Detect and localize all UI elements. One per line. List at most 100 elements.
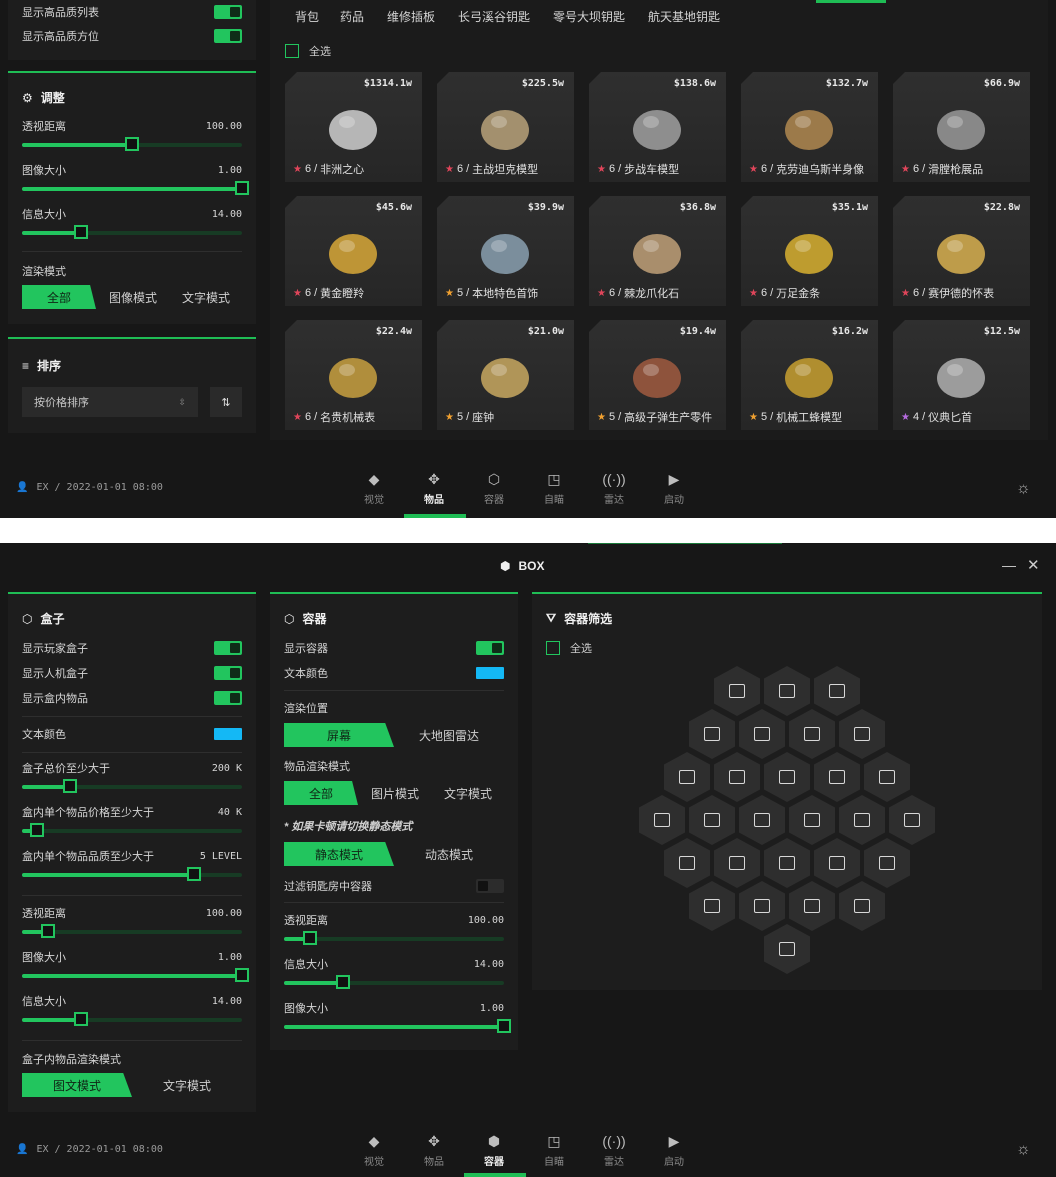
item-card[interactable]: $39.9w ★ 5/本地特色首饰 [437, 196, 574, 306]
slider[interactable] [22, 181, 249, 195]
nav-container[interactable]: ⬡ 容器 [474, 471, 514, 506]
container-type-hex[interactable] [764, 666, 810, 716]
container-type-hex[interactable] [839, 709, 885, 759]
tab-longbow-keys[interactable]: 长弓溪谷钥匙 [458, 8, 530, 25]
container-type-hex[interactable] [764, 838, 810, 888]
mode-image-text[interactable]: 图文模式 [22, 1073, 132, 1097]
slider[interactable] [22, 225, 242, 239]
slider[interactable] [22, 867, 242, 881]
item-card[interactable]: $138.6w ★ 6/步战车模型 [589, 72, 726, 182]
mode-text[interactable]: 文字模式 [132, 1073, 242, 1097]
nav-items[interactable]: ✥ 物品 [414, 1133, 454, 1168]
slider[interactable] [22, 1012, 242, 1026]
minimize-button[interactable]: — [1002, 557, 1016, 573]
container-type-hex[interactable] [839, 881, 885, 931]
color-swatch[interactable] [214, 728, 242, 740]
toggle-switch[interactable] [476, 879, 504, 893]
container-type-hex[interactable] [814, 838, 860, 888]
slider[interactable] [284, 975, 504, 989]
container-type-hex[interactable] [739, 881, 785, 931]
toggle-switch[interactable] [214, 666, 242, 680]
item-card[interactable]: $35.1w ★ 6/万足金条 [741, 196, 878, 306]
container-type-hex[interactable] [739, 795, 785, 845]
mode-static[interactable]: 静态模式 [284, 842, 394, 866]
container-type-hex[interactable] [689, 795, 735, 845]
item-card[interactable]: $16.2w ★ 5/机械工蜂模型 [741, 320, 878, 430]
slider[interactable] [22, 137, 242, 151]
container-type-hex[interactable] [864, 752, 910, 802]
container-type-hex[interactable] [789, 795, 835, 845]
nav-radar[interactable]: ((·)) 雷达 [594, 471, 634, 506]
container-type-hex[interactable] [664, 838, 710, 888]
mode-image[interactable]: 图像模式 [96, 285, 170, 309]
container-type-hex[interactable] [864, 838, 910, 888]
toggle-switch[interactable] [214, 691, 242, 705]
item-card[interactable]: $225.5w ★ 6/主战坦克模型 [437, 72, 574, 182]
select-all[interactable]: 全选 [285, 43, 331, 59]
theme-toggle[interactable]: ☼ [1016, 480, 1031, 498]
item-card[interactable]: $132.7w ★ 6/克劳迪乌斯半身像 [741, 72, 878, 182]
nav-aim[interactable]: ◳ 自瞄 [534, 1133, 574, 1168]
checkbox[interactable] [546, 641, 560, 655]
tab-repair[interactable]: 维修插板 [387, 8, 435, 25]
container-type-hex[interactable] [764, 752, 810, 802]
container-type-hex[interactable] [789, 881, 835, 931]
container-type-hex[interactable] [714, 666, 760, 716]
select-all[interactable]: 全选 [546, 640, 592, 656]
mode-text[interactable]: 文字模式 [170, 285, 242, 309]
tab-dam-keys[interactable]: 零号大坝钥匙 [553, 8, 625, 25]
nav-visual[interactable]: ◆ 视觉 [354, 471, 394, 506]
container-type-hex[interactable] [689, 709, 735, 759]
nav-radar[interactable]: ((·)) 雷达 [594, 1133, 634, 1168]
item-card[interactable]: $22.8w ★ 6/赛伊德的怀表 [893, 196, 1030, 306]
item-card[interactable]: $21.0w ★ 5/座钟 [437, 320, 574, 430]
container-type-hex[interactable] [689, 881, 735, 931]
color-swatch[interactable] [476, 667, 504, 679]
theme-toggle[interactable]: ☼ [1016, 1141, 1031, 1159]
container-type-hex[interactable] [789, 709, 835, 759]
item-card[interactable]: $12.5w ★ 4/仪典匕首 [893, 320, 1030, 430]
toggle-switch[interactable] [214, 641, 242, 655]
container-type-hex[interactable] [889, 795, 935, 845]
container-type-hex[interactable] [664, 752, 710, 802]
mode-dynamic[interactable]: 动态模式 [394, 842, 504, 866]
slider[interactable] [284, 931, 504, 945]
nav-launch[interactable]: ▶ 启动 [654, 471, 694, 506]
nav-container[interactable]: ⬢ 容器 [474, 1133, 514, 1168]
mode-all[interactable]: 全部 [22, 285, 96, 309]
item-card[interactable]: $36.8w ★ 6/棘龙爪化石 [589, 196, 726, 306]
nav-items[interactable]: ✥ 物品 [414, 471, 454, 506]
container-type-hex[interactable] [639, 795, 685, 845]
nav-visual[interactable]: ◆ 视觉 [354, 1133, 394, 1168]
sort-order-button[interactable]: ⇅ [210, 387, 242, 417]
item-card[interactable]: $1314.1w ★ 6/非洲之心 [285, 72, 422, 182]
sort-select[interactable]: 按价格排序 ⇳ [22, 387, 198, 417]
mode-image[interactable]: 图片模式 [358, 781, 432, 805]
checkbox[interactable] [285, 44, 299, 58]
container-type-hex[interactable] [764, 924, 810, 974]
close-button[interactable]: ✕ [1027, 556, 1040, 574]
slider[interactable] [22, 823, 242, 837]
item-card[interactable]: $66.9w ★ 6/滑膛枪展品 [893, 72, 1030, 182]
mode-all[interactable]: 全部 [284, 781, 358, 805]
slider[interactable] [22, 924, 242, 938]
mode-text[interactable]: 文字模式 [432, 781, 504, 805]
tab-space-keys[interactable]: 航天基地钥匙 [648, 8, 720, 25]
nav-launch[interactable]: ▶ 启动 [654, 1133, 694, 1168]
toggle-switch[interactable] [214, 29, 242, 43]
position-screen[interactable]: 屏幕 [284, 723, 394, 747]
container-type-hex[interactable] [714, 838, 760, 888]
container-type-hex[interactable] [814, 752, 860, 802]
tab-backpack[interactable]: 背包 [295, 8, 319, 25]
nav-aim[interactable]: ◳ 自瞄 [534, 471, 574, 506]
item-card[interactable]: $22.4w ★ 6/名贵机械表 [285, 320, 422, 430]
container-type-hex[interactable] [839, 795, 885, 845]
container-type-hex[interactable] [714, 752, 760, 802]
tab-medicine[interactable]: 药品 [340, 8, 364, 25]
slider[interactable] [22, 779, 242, 793]
position-map[interactable]: 大地图雷达 [394, 723, 504, 747]
toggle-switch[interactable] [476, 641, 504, 655]
container-type-hex[interactable] [739, 709, 785, 759]
item-card[interactable]: $45.6w ★ 6/黄金瞪羚 [285, 196, 422, 306]
toggle-switch[interactable] [214, 5, 242, 19]
